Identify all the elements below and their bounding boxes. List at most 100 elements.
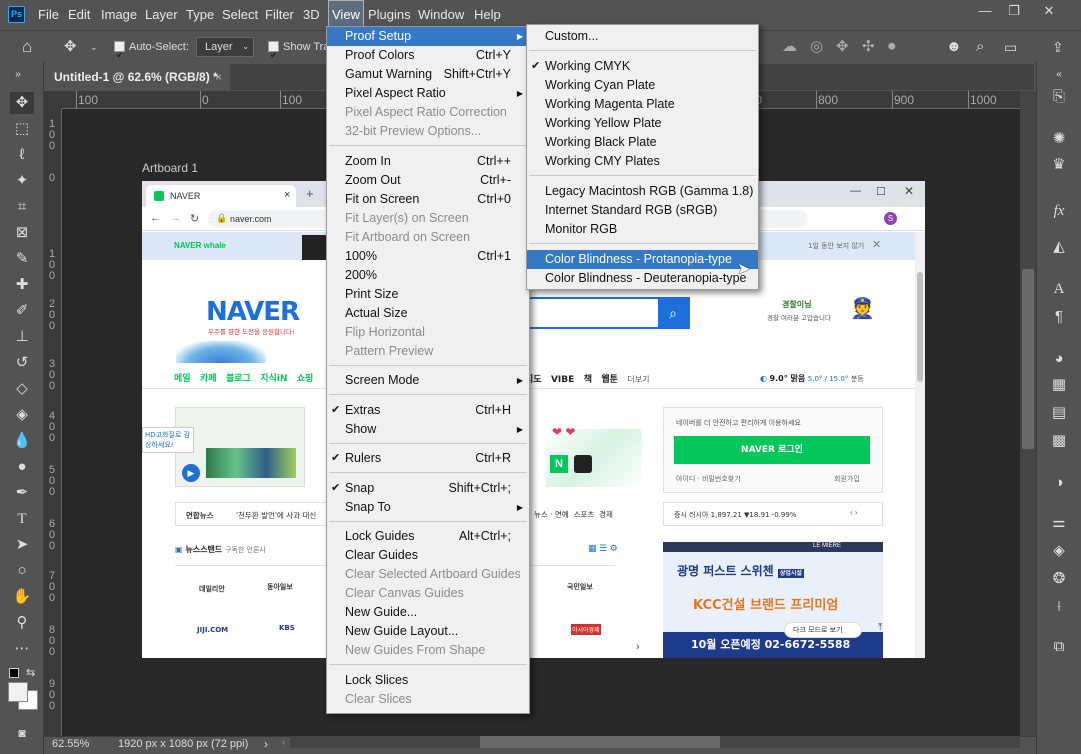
menu-item-custom[interactable]: Custom... — [527, 27, 758, 46]
collapse-panel-icon[interactable]: » — [6, 64, 30, 86]
artboard-label[interactable]: Artboard 1 — [142, 161, 198, 175]
properties-panel-icon[interactable]: ⚌ — [1047, 512, 1071, 534]
type-tool-icon[interactable]: T — [10, 508, 34, 530]
menu-item-legacy-macintosh-rgb-gamma-1-8[interactable]: Legacy Macintosh RGB (Gamma 1.8) — [527, 182, 758, 201]
menu-item-extras[interactable]: Extras Ctrl+H ✔ — [327, 401, 529, 420]
menu-item-snap-to[interactable]: Snap To ▶ — [327, 498, 529, 517]
status-arrow-icon[interactable]: › — [264, 737, 268, 751]
menu-item-working-yellow-plate[interactable]: Working Yellow Plate — [527, 114, 758, 133]
path-selection-tool-icon[interactable]: ➤ — [10, 534, 34, 556]
lasso-tool-icon[interactable]: ℓ — [10, 144, 34, 166]
swatches-panel-icon[interactable]: ▦ — [1047, 374, 1071, 396]
menu-item-color-blindness-deuteranopia-type[interactable]: Color Blindness - Deuteranopia-type — [527, 269, 758, 288]
menu-filter[interactable]: Filter — [265, 0, 294, 30]
auto-select-option[interactable]: Auto-Select: — [114, 31, 189, 71]
menu-item-snap[interactable]: Snap Shift+Ctrl+; ✔ — [327, 479, 529, 498]
eraser-tool-icon[interactable]: ◇ — [10, 378, 34, 400]
libraries-panel-icon[interactable]: ⧉ — [1047, 636, 1071, 658]
default-colors-icon[interactable] — [9, 668, 19, 678]
menu-item-monitor-rgb[interactable]: Monitor RGB — [527, 220, 758, 239]
clone-stamp-tool-icon[interactable]: ⊥ — [10, 326, 34, 348]
character-panel-icon[interactable]: A — [1047, 278, 1071, 300]
vertical-scroll-thumb[interactable] — [1022, 269, 1034, 449]
menu-item-200[interactable]: 200% — [327, 266, 529, 285]
adjustments-panel-icon[interactable]: ◑ — [1047, 472, 1071, 494]
menu-item-proof-colors[interactable]: Proof Colors Ctrl+Y — [327, 46, 529, 65]
3d-pan-icon[interactable]: ✥ — [836, 31, 849, 63]
brushes-panel-icon[interactable]: ♛ — [1047, 154, 1071, 176]
user-icon[interactable]: ☻ — [946, 31, 962, 63]
layers-panel-icon[interactable]: ◈ — [1047, 540, 1071, 562]
patterns-panel-icon[interactable]: ▩ — [1047, 430, 1071, 452]
magic-wand-tool-icon[interactable]: ✦ — [10, 170, 34, 192]
zoom-tool-icon[interactable]: ⚲ — [10, 612, 34, 634]
history-brush-tool-icon[interactable]: ↺ — [10, 352, 34, 374]
minimize-button[interactable]: — — [969, 3, 1001, 21]
menu-item-lock-guides[interactable]: Lock Guides Alt+Ctrl+; — [327, 527, 529, 546]
menu-item-new-guide-layout[interactable]: New Guide Layout... — [327, 622, 529, 641]
quick-mask-icon[interactable]: ◙ — [10, 722, 34, 744]
document-tab[interactable]: Untitled-1 @ 62.6% (RGB/8) * × — [44, 64, 230, 90]
menu-item-internet-standard-rgb-srgb[interactable]: Internet Standard RGB (sRGB) — [527, 201, 758, 220]
menu-item-color-blindness-protanopia-type[interactable]: Color Blindness - Protanopia-type — [527, 250, 758, 269]
blur-tool-icon[interactable]: 💧 — [10, 430, 34, 452]
3d-roll-icon[interactable]: ◎ — [810, 31, 823, 63]
menu-item-zoom-out[interactable]: Zoom Out Ctrl+- — [327, 171, 529, 190]
3d-slide-icon[interactable]: ✣ — [862, 31, 875, 63]
swap-colors-icon[interactable]: ⇆ — [26, 666, 35, 679]
dodge-tool-icon[interactable]: ● — [10, 456, 34, 478]
menu-type[interactable]: Type — [186, 0, 214, 30]
horizontal-scrollbar[interactable] — [290, 736, 1020, 748]
frame-tool-icon[interactable]: ⊠ — [10, 222, 34, 244]
pen-tool-icon[interactable]: ✒ — [10, 482, 34, 504]
show-transform-checkbox[interactable] — [268, 39, 279, 71]
menu-item-actual-size[interactable]: Actual Size — [327, 304, 529, 323]
menu-item-pixel-aspect-ratio[interactable]: Pixel Aspect Ratio ▶ — [327, 84, 529, 103]
menu-item-working-cmyk[interactable]: Working CMYK ✔ — [527, 57, 758, 76]
move-tool-icon[interactable]: ✥ — [10, 92, 34, 114]
menu-edit[interactable]: Edit — [68, 0, 90, 30]
menu-image[interactable]: Image — [101, 0, 137, 30]
channels-panel-icon[interactable]: ❂ — [1047, 568, 1071, 590]
hand-tool-icon[interactable]: ✋ — [10, 586, 34, 608]
home-icon[interactable]: ⌂ — [22, 31, 32, 63]
ruler-origin[interactable] — [44, 91, 62, 109]
menu-item-rulers[interactable]: Rulers Ctrl+R ✔ — [327, 449, 529, 468]
zoom-level[interactable]: 62.55% — [52, 738, 89, 750]
menu-item-100[interactable]: 100% Ctrl+1 — [327, 247, 529, 266]
menu-layer[interactable]: Layer — [145, 0, 178, 30]
search-icon[interactable]: ⌕ — [976, 31, 984, 63]
expand-panels-icon[interactable]: « — [1047, 64, 1071, 86]
menu-item-clear-guides[interactable]: Clear Guides — [327, 546, 529, 565]
paths-panel-icon[interactable]: ⟊ — [1047, 596, 1071, 618]
menu-item-working-cmy-plates[interactable]: Working CMY Plates — [527, 152, 758, 171]
restore-button[interactable]: ❐ — [998, 3, 1030, 21]
menu-item-gamut-warning[interactable]: Gamut Warning Shift+Ctrl+Y — [327, 65, 529, 84]
menu-item-show[interactable]: Show ▶ — [327, 420, 529, 439]
show-transform-option[interactable]: Show Tra — [268, 31, 329, 71]
horizontal-scroll-thumb[interactable] — [480, 736, 720, 748]
menu-item-new-guide[interactable]: New Guide... — [327, 603, 529, 622]
close-tab-icon[interactable]: × — [215, 64, 222, 90]
vertical-scrollbar[interactable] — [1020, 91, 1036, 736]
menu-item-working-cyan-plate[interactable]: Working Cyan Plate — [527, 76, 758, 95]
menu-item-print-size[interactable]: Print Size — [327, 285, 529, 304]
ellipse-tool-icon[interactable]: ○ — [10, 560, 34, 582]
workspace-icon[interactable]: ▭ — [1004, 31, 1017, 63]
menu-select[interactable]: Select — [222, 0, 258, 30]
paragraph-panel-icon[interactable]: ¶ — [1047, 306, 1071, 328]
move-tool-icon[interactable]: ✥ — [64, 31, 77, 63]
menu-item-proof-setup[interactable]: Proof Setup ▶ — [327, 27, 529, 46]
tool-preset-chevron-down-icon[interactable]: ⌄ — [90, 31, 98, 63]
3d-orbit-icon[interactable]: ☁ — [782, 31, 797, 63]
auto-select-dropdown[interactable]: Layer ⌄ — [196, 37, 254, 57]
menu-item-zoom-in[interactable]: Zoom In Ctrl++ — [327, 152, 529, 171]
menu-item-screen-mode[interactable]: Screen Mode ▶ — [327, 371, 529, 390]
color-panel-icon[interactable]: ◕ — [1047, 348, 1071, 370]
menu-3d[interactable]: 3D — [303, 0, 320, 30]
menu-item-lock-slices[interactable]: Lock Slices — [327, 671, 529, 690]
styles-panel-icon[interactable]: fx — [1047, 200, 1071, 222]
scroll-left-icon[interactable]: ‹ — [282, 737, 285, 747]
share-icon[interactable]: ⇪ — [1052, 31, 1064, 63]
brush-tool-icon[interactable]: ✐ — [10, 300, 34, 322]
